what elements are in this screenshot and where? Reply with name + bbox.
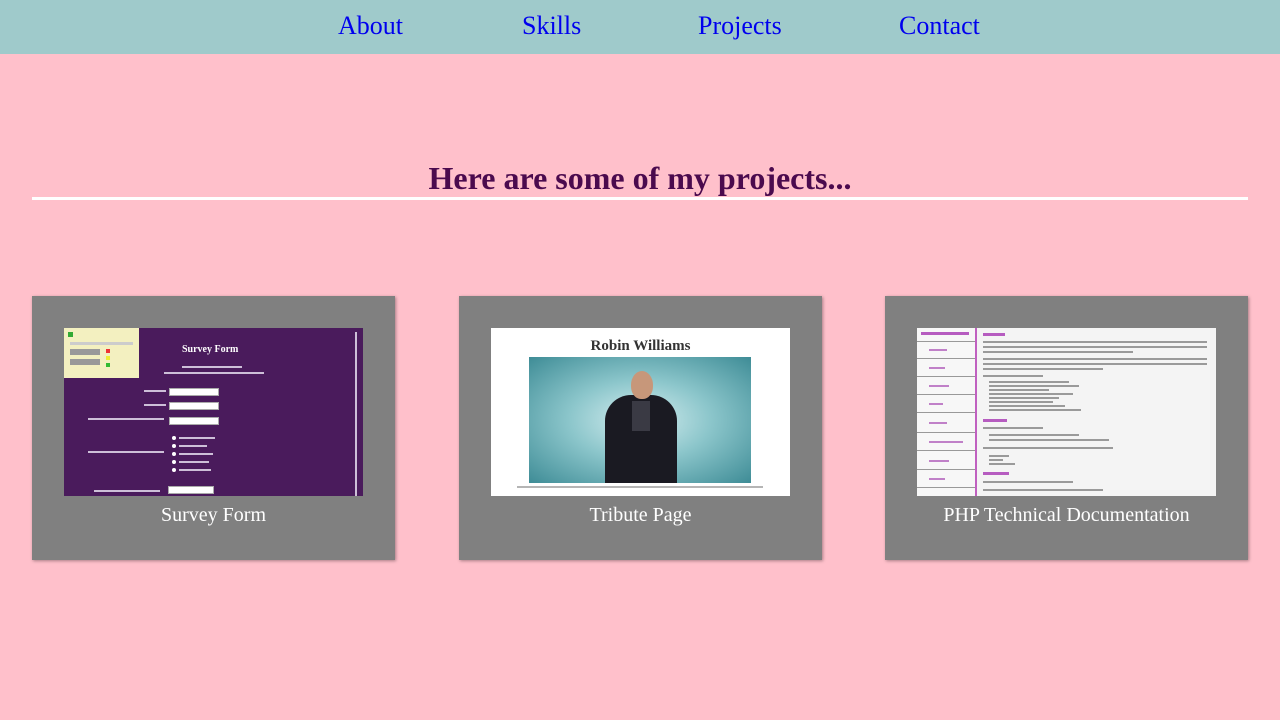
tribute-portrait-image (529, 357, 751, 483)
nav-link-skills[interactable]: Skills (522, 11, 581, 41)
project-card-php-documentation[interactable]: PHP Technical Documentation (885, 296, 1248, 560)
nav-link-about[interactable]: About (338, 11, 403, 41)
tribute-page-thumbnail[interactable]: Robin Williams (491, 328, 790, 496)
projects-heading: Here are some of my projects... (428, 160, 852, 196)
project-caption[interactable]: Survey Form (32, 503, 395, 527)
survey-overlay-panel (64, 328, 139, 378)
survey-thumbnail-title: Survey Form (182, 344, 239, 355)
php-doc-sidebar (917, 328, 977, 496)
tribute-thumbnail-title: Robin Williams (590, 338, 691, 354)
project-caption[interactable]: PHP Technical Documentation (885, 503, 1248, 527)
project-caption[interactable]: Tribute Page (459, 503, 822, 527)
heading-divider (32, 197, 1248, 200)
project-card-tribute-page[interactable]: Robin Williams Tribute Page (459, 296, 822, 560)
php-documentation-thumbnail[interactable] (917, 328, 1216, 496)
survey-form-thumbnail[interactable]: Survey Form (64, 328, 363, 496)
nav-link-contact[interactable]: Contact (899, 11, 980, 41)
nav-link-projects[interactable]: Projects (698, 11, 782, 41)
project-card-survey-form[interactable]: Survey Form Survey Form (32, 296, 395, 560)
top-navbar: About Skills Projects Contact (0, 0, 1280, 54)
